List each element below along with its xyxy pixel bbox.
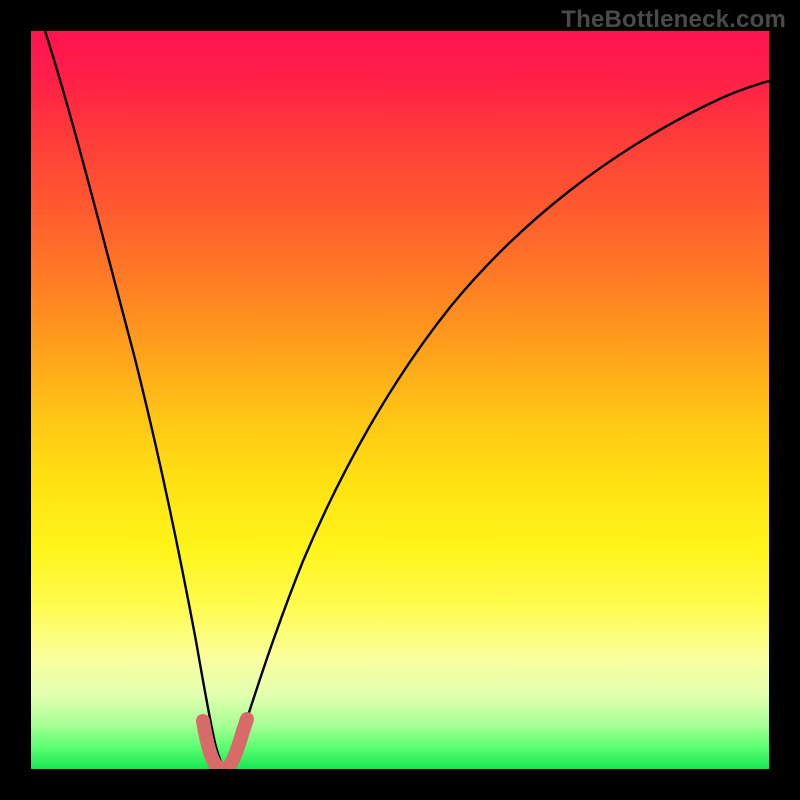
bottleneck-curve [45,31,769,767]
curve-overlay [31,31,769,769]
watermark-text: TheBottleneck.com [561,6,786,34]
chart-frame: TheBottleneck.com [0,0,800,800]
valley-highlight [203,719,247,768]
plot-area [31,31,769,769]
